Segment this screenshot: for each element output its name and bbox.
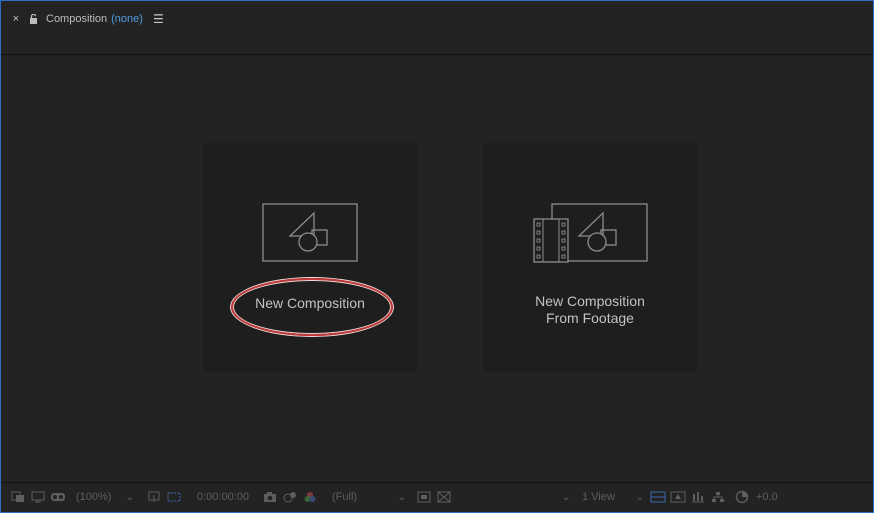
- resolution-dropdown[interactable]: (Full) ⌄: [328, 487, 410, 507]
- composition-name[interactable]: (none): [111, 13, 143, 25]
- monitor-icon[interactable]: [28, 487, 48, 507]
- close-panel-button[interactable]: ×: [11, 13, 21, 25]
- toggle-transparency-grid-icon[interactable]: [434, 487, 454, 507]
- camera-icon[interactable]: [260, 487, 280, 507]
- vr-goggles-icon[interactable]: [48, 487, 68, 507]
- 3d-view-icon[interactable]: [668, 487, 688, 507]
- panel-title[interactable]: Composition: [46, 13, 107, 25]
- composition-panel: × Composition (none) ☰ New Composition N…: [0, 0, 874, 513]
- new-composition-icon: [262, 203, 358, 262]
- new-composition-from-footage-icon: [533, 203, 648, 263]
- chevron-down-icon: ⌄: [125, 491, 134, 503]
- region-of-interest-icon[interactable]: [144, 487, 164, 507]
- views-dropdown[interactable]: 1 View ⌄: [578, 487, 648, 507]
- color-channels-icon[interactable]: [300, 487, 320, 507]
- card-label-line-2: From Footage: [546, 310, 634, 326]
- magnification-dropdown[interactable]: (100%) ⌄: [72, 487, 138, 507]
- fast-previews-icon[interactable]: [414, 487, 434, 507]
- show-snapshot-icon[interactable]: [280, 487, 300, 507]
- timecode-display[interactable]: 0:00:00:00: [192, 487, 254, 507]
- panel-tab-bar: × Composition (none) ☰: [1, 1, 873, 37]
- chevron-down-icon: ⌄: [397, 491, 406, 503]
- new-composition-from-footage-button[interactable]: New Composition From Footage: [483, 143, 697, 372]
- chevron-down-icon: ⌄: [635, 491, 644, 503]
- chevron-down-icon[interactable]: ⌄: [558, 487, 570, 507]
- flowchart-icon[interactable]: [708, 487, 728, 507]
- viewer-toolbar: (100%) ⌄ 0:00:00:00 (Full) ⌄ ⌄ 1 View ⌄ …: [2, 482, 872, 511]
- layout-icon[interactable]: [648, 487, 668, 507]
- transparency-grid-icon[interactable]: [164, 487, 184, 507]
- panel-menu-icon[interactable]: ☰: [153, 12, 164, 26]
- exposure-value[interactable]: +0.0: [756, 487, 778, 507]
- composition-viewer: New Composition New Composition From Foo…: [2, 55, 872, 483]
- resolution-value: (Full): [332, 491, 358, 503]
- highlight-ellipse: [231, 278, 393, 336]
- new-composition-from-footage-label: New Composition From Footage: [483, 293, 697, 327]
- new-composition-button[interactable]: New Composition: [203, 143, 417, 372]
- views-value: 1 View: [582, 491, 615, 503]
- always-preview-icon[interactable]: [8, 487, 28, 507]
- card-label-line-1: New Composition: [535, 293, 645, 309]
- reset-exposure-icon[interactable]: [732, 487, 752, 507]
- timeline-icon[interactable]: [688, 487, 708, 507]
- magnification-value: (100%): [76, 491, 112, 503]
- lock-icon[interactable]: [29, 14, 38, 24]
